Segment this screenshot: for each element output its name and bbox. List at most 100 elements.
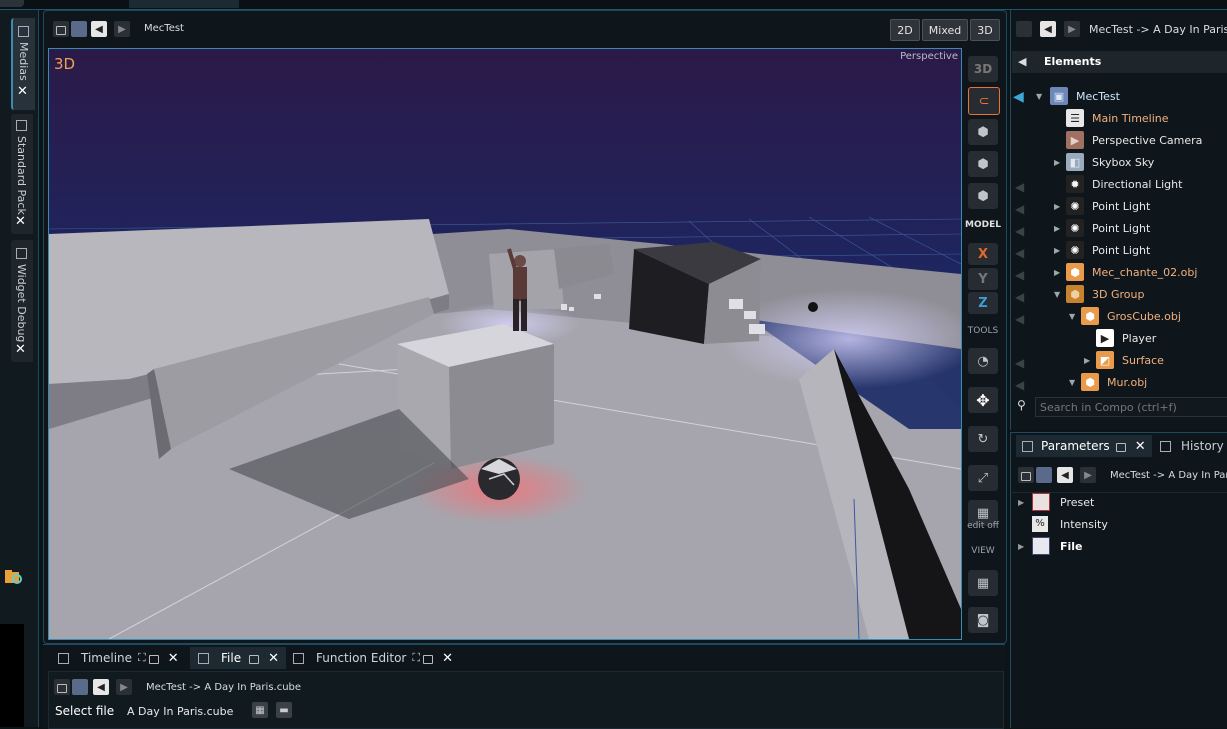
close-icon[interactable]: ✕: [15, 214, 26, 229]
gauge-icon[interactable]: ◔: [968, 348, 998, 374]
tab-function-editor[interactable]: Function Editor ⛶ ✕: [293, 647, 453, 669]
close-icon[interactable]: ✕: [442, 651, 453, 666]
close-icon[interactable]: ✕: [1135, 439, 1146, 454]
forward-arrow-icon[interactable]: ▶: [116, 679, 132, 695]
folder-search-icon[interactable]: [4, 568, 24, 586]
viewport-3d[interactable]: 3D Perspective: [48, 48, 962, 640]
expand-arrow-icon[interactable]: ▶: [1054, 246, 1060, 255]
clear-icon[interactable]: ▬: [276, 702, 292, 718]
mode-mixed-button[interactable]: Mixed: [922, 19, 968, 41]
lock-icon[interactable]: [54, 679, 70, 695]
point-light-icon: ✺: [1066, 197, 1084, 215]
fit-icon[interactable]: ⛶: [138, 651, 146, 665]
scale-icon[interactable]: ⤢: [968, 465, 998, 491]
cube-wire-icon[interactable]: ⬢: [968, 119, 998, 145]
axis-y-button[interactable]: Y: [968, 268, 998, 290]
param-label: Preset: [1060, 495, 1095, 509]
edit-off-label: edit off: [967, 521, 999, 531]
tab-history[interactable]: History: [1160, 435, 1224, 457]
param-row-preset[interactable]: ▶ Preset: [1018, 492, 1094, 512]
expand-arrow-icon[interactable]: ▶: [1054, 158, 1060, 167]
tree-item[interactable]: ◩ Surface: [1096, 349, 1164, 371]
lock-icon[interactable]: [148, 654, 159, 664]
collapse-arrow-icon[interactable]: ▼: [1069, 312, 1075, 321]
panel-icon: [16, 248, 27, 259]
lock-icon[interactable]: [53, 21, 69, 37]
move-icon[interactable]: ✥: [968, 387, 998, 413]
panel-link-icon[interactable]: [71, 21, 87, 37]
pin-marker-icon[interactable]: ◀: [1013, 89, 1024, 105]
collapse-arrow-icon[interactable]: ◀: [1018, 55, 1026, 68]
expand-arrow-icon[interactable]: ▶: [1018, 498, 1032, 507]
fit-icon[interactable]: ⛶: [412, 651, 420, 665]
param-row-file[interactable]: ▶ File: [1018, 536, 1083, 556]
expand-arrow-icon[interactable]: ▶: [1054, 202, 1060, 211]
close-icon[interactable]: ✕: [15, 342, 26, 357]
forward-arrow-icon[interactable]: ▶: [1064, 21, 1080, 37]
forward-arrow-icon[interactable]: ▶: [1080, 467, 1096, 483]
grid-view-icon[interactable]: ▦: [968, 570, 998, 596]
cube-solid-icon[interactable]: ⬢: [968, 151, 998, 177]
mode-2d-button[interactable]: 2D: [890, 19, 920, 41]
vtab-standard-pack[interactable]: Standard Pack ✕: [11, 114, 33, 234]
panel-link-icon[interactable]: [1036, 467, 1052, 483]
cube-textured-icon[interactable]: ⬢: [968, 183, 998, 209]
lock-icon[interactable]: [249, 654, 260, 664]
expand-arrow-icon[interactable]: ▶: [1084, 356, 1090, 365]
close-icon[interactable]: ✕: [268, 651, 279, 666]
close-icon[interactable]: ✕: [168, 651, 179, 666]
magnet-icon[interactable]: ⊂: [968, 87, 1000, 115]
lock-icon[interactable]: [423, 654, 434, 664]
tree-item[interactable]: ☰ Main Timeline: [1066, 107, 1169, 129]
screenshot-icon[interactable]: ◙: [968, 607, 998, 633]
back-arrow-icon[interactable]: ◀: [1040, 21, 1056, 37]
expand-arrow-icon[interactable]: ▶: [1018, 542, 1032, 551]
file-value[interactable]: A Day In Paris.cube: [127, 705, 233, 718]
tree-item[interactable]: ✺ Point Light: [1066, 217, 1150, 239]
tree-item[interactable]: ✺ Point Light: [1066, 195, 1150, 217]
tree-item[interactable]: ⬢ 3D Group: [1066, 283, 1144, 305]
axis-x-button[interactable]: X: [968, 243, 998, 265]
vtab-medias[interactable]: Medias ✕: [11, 18, 35, 110]
tab-parameters[interactable]: Parameters ✕: [1016, 435, 1152, 457]
collapse-arrow-icon[interactable]: ▼: [1054, 290, 1060, 299]
tree-item-label: Mec_chante_02.obj: [1092, 265, 1198, 279]
point-light-icon: ✺: [1066, 219, 1084, 237]
tree-item[interactable]: ⬢ Mur.obj: [1081, 371, 1147, 393]
expand-arrow-icon[interactable]: ▶: [1054, 224, 1060, 233]
tab-history-label: History: [1181, 439, 1224, 453]
rotate-icon[interactable]: ↻: [968, 426, 998, 452]
axis-z-label: Z: [978, 295, 988, 311]
search-compo-input[interactable]: [1035, 397, 1227, 417]
param-row-intensity[interactable]: % Intensity: [1032, 514, 1108, 534]
top-tab-active: [129, 0, 239, 8]
forward-arrow-icon[interactable]: ▶: [114, 21, 130, 37]
tab-timeline[interactable]: Timeline ⛶ ✕: [58, 647, 179, 669]
tab-file[interactable]: File ✕: [190, 647, 286, 669]
back-arrow-icon[interactable]: ◀: [91, 21, 107, 37]
browse-grid-icon[interactable]: ▦: [252, 702, 268, 718]
mode-3d-button[interactable]: 3D: [970, 19, 1000, 41]
tree-item[interactable]: ▶ Perspective Camera: [1066, 129, 1202, 151]
tree-item[interactable]: ▶ Player: [1096, 327, 1156, 349]
tree-item[interactable]: ⬢ GrosCube.obj: [1081, 305, 1181, 327]
collapse-arrow-icon[interactable]: ▼: [1069, 378, 1075, 387]
tree-item[interactable]: ◧ Skybox Sky: [1066, 151, 1154, 173]
collapse-arrow-icon[interactable]: ▼: [1036, 92, 1042, 101]
tree-item[interactable]: ⬢ Mec_chante_02.obj: [1066, 261, 1197, 283]
back-arrow-icon[interactable]: ◀: [1057, 467, 1073, 483]
object-icon: ⬢: [1081, 307, 1099, 325]
close-icon[interactable]: ✕: [17, 84, 28, 99]
vtab-widget-debug[interactable]: Widget Debug ✕: [11, 240, 33, 362]
panel-link-icon[interactable]: [72, 679, 88, 695]
back-arrow-icon[interactable]: ◀: [93, 679, 109, 695]
tree-item[interactable]: ✺ Point Light: [1066, 239, 1150, 261]
tree-item[interactable]: ▣ MecTest: [1050, 85, 1120, 107]
lock-icon[interactable]: [1018, 467, 1034, 483]
tree-item[interactable]: ✹ Directional Light: [1066, 173, 1182, 195]
lock-icon[interactable]: [1115, 442, 1126, 452]
axis-z-button[interactable]: Z: [968, 292, 998, 314]
expand-arrow-icon[interactable]: ▶: [1054, 268, 1060, 277]
panel-link-icon[interactable]: [1016, 21, 1032, 37]
tool-3d-button[interactable]: 3D: [968, 56, 998, 82]
